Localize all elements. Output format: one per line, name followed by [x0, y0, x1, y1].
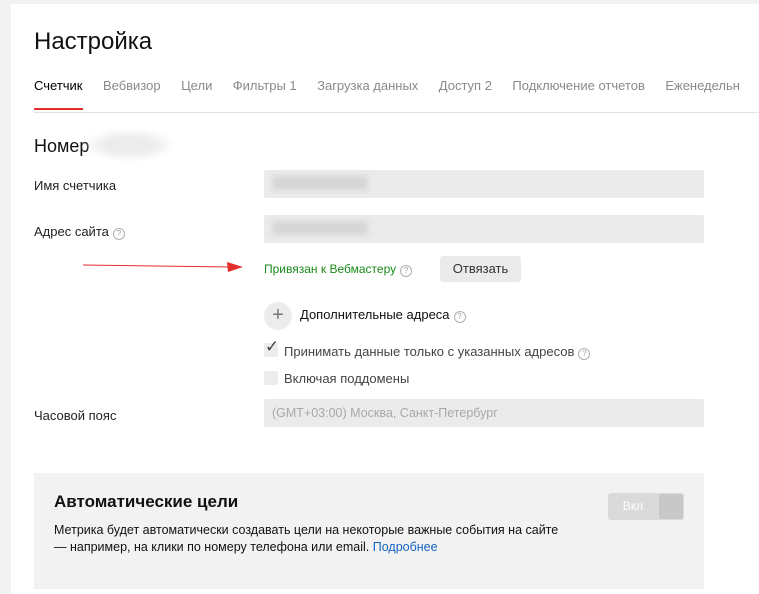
redacted-value	[272, 176, 368, 190]
tab-report-connection[interactable]: Подключение отчетов	[512, 76, 644, 96]
toggle-label: Вкл	[622, 499, 644, 513]
help-icon[interactable]: ?	[400, 265, 413, 277]
timezone-label: Часовой пояс	[34, 408, 117, 423]
plus-icon: +	[272, 304, 284, 326]
site-address-label-row: Адрес сайта?	[34, 224, 125, 240]
redacted-value	[272, 221, 368, 235]
help-icon[interactable]: ?	[453, 311, 466, 323]
tab-weekly[interactable]: Еженедельн	[665, 76, 740, 96]
site-address-label: Адрес сайта	[34, 224, 109, 239]
only-listed-checkbox[interactable]: ✓	[264, 337, 279, 357]
settings-tabs: Счетчик Вебвизор Цели Фильтры 1 Загрузка…	[34, 76, 759, 113]
site-address-input[interactable]	[264, 215, 704, 243]
redacted-counter-id	[85, 130, 174, 160]
tab-count: 1	[289, 78, 297, 93]
unlink-button[interactable]: Отвязать	[440, 256, 521, 282]
only-listed-row[interactable]: Принимать данные только с указанных адре…	[284, 344, 591, 360]
auto-goals-card: Автоматические цели Метрика будет автома…	[34, 473, 704, 589]
additional-addresses-label: Дополнительные адреса	[300, 307, 450, 322]
subdomains-label[interactable]: Включая поддомены	[284, 371, 409, 386]
additional-addresses-row[interactable]: Дополнительные адреса?	[300, 307, 466, 323]
page-title: Настройка	[34, 28, 153, 55]
auto-goals-description: Метрика будет автоматически создавать це…	[54, 522, 564, 556]
auto-goals-title: Автоматические цели	[54, 492, 239, 511]
counter-number-label: Номер	[34, 136, 90, 156]
tab-filters[interactable]: Фильтры 1	[233, 76, 297, 96]
webmaster-status: Привязан к Вебмастеру?	[264, 262, 413, 277]
auto-goals-text: Метрика будет автоматически создавать це…	[54, 523, 559, 554]
tab-count: 2	[484, 78, 492, 93]
checkmark-icon: ✓	[265, 337, 280, 356]
add-address-button[interactable]: +	[264, 302, 292, 330]
timezone-select[interactable]: (GMT+03:00) Москва, Санкт-Петербург	[264, 399, 704, 427]
only-listed-label: Принимать данные только с указанных адре…	[284, 344, 575, 359]
counter-name-input[interactable]	[264, 170, 704, 198]
red-arrow-annotation	[83, 262, 243, 272]
toggle-knob	[659, 494, 683, 519]
help-icon[interactable]: ?	[112, 228, 125, 240]
tab-access[interactable]: Доступ 2	[439, 76, 492, 96]
tab-goals[interactable]: Цели	[181, 76, 212, 96]
tab-webvisor[interactable]: Вебвизор	[103, 76, 161, 96]
subdomains-checkbox[interactable]	[264, 371, 278, 385]
tab-data-upload[interactable]: Загрузка данных	[317, 76, 418, 96]
more-link[interactable]: Подробнее	[373, 540, 438, 554]
tab-counter[interactable]: Счетчик	[34, 76, 83, 110]
auto-goals-toggle[interactable]: Вкл	[608, 493, 684, 520]
webmaster-status-text: Привязан к Вебмастеру	[264, 262, 397, 276]
counter-name-label: Имя счетчика	[34, 178, 117, 193]
help-icon[interactable]: ?	[578, 348, 591, 360]
counter-number-heading: Номер	[34, 130, 174, 160]
